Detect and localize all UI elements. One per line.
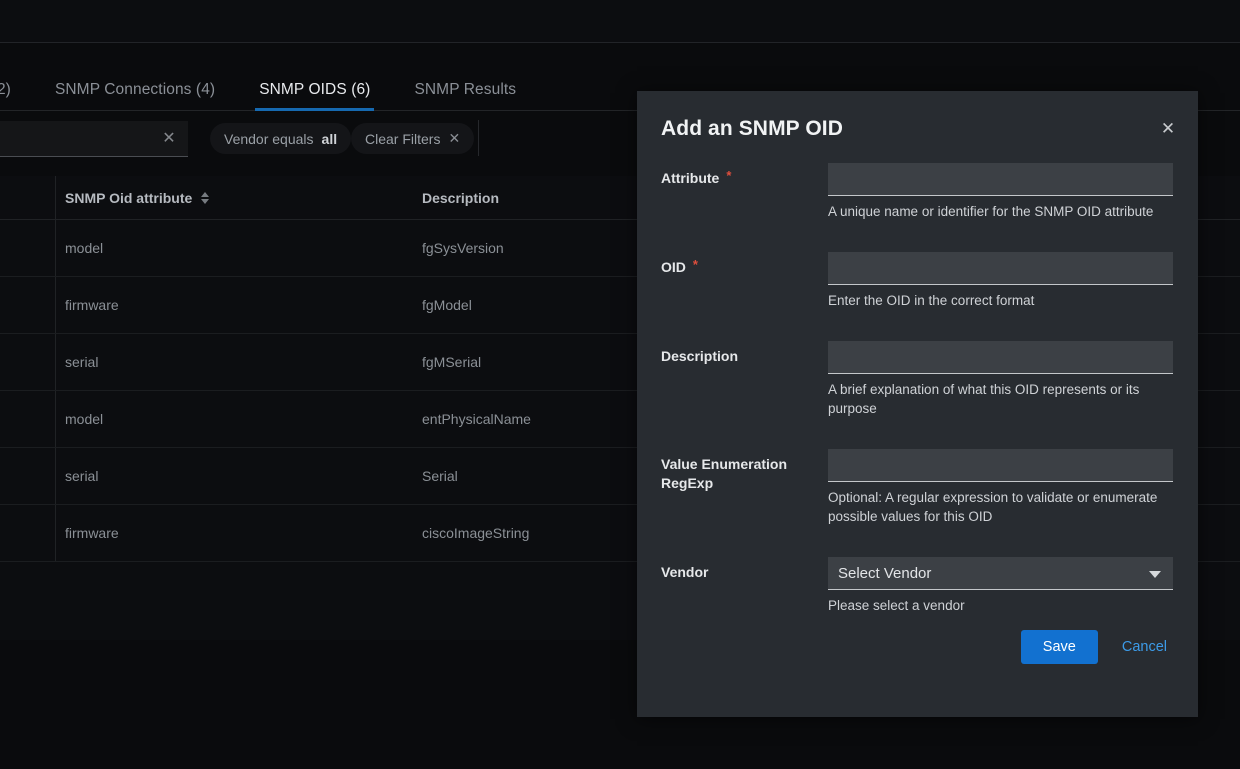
field-description: Description A brief explanation of what … [637, 341, 1198, 418]
field-oid-control: Enter the OID in the correct format [828, 252, 1173, 310]
field-vendor: Vendor Select Vendor Please select a ven… [637, 557, 1198, 615]
required-asterisk: * [692, 257, 698, 272]
field-oid: OID * Enter the OID in the correct forma… [637, 252, 1198, 310]
top-header-bar [0, 0, 1240, 43]
field-attribute: Attribute * A unique name or identifier … [637, 163, 1198, 221]
tab-snmp-results[interactable]: SNMP Results [392, 80, 538, 112]
row-select-cell[interactable] [0, 277, 56, 333]
value-enumeration-regexp-input[interactable] [828, 449, 1173, 482]
field-value-enumeration-regexp: Value Enumeration RegExp Optional: A reg… [637, 449, 1198, 526]
cell-attribute: model [65, 240, 104, 256]
dialog-form: Attribute * A unique name or identifier … [637, 163, 1198, 619]
vendor-select-value: Select Vendor [838, 564, 932, 582]
tab-snmp-results-label: SNMP Results [414, 80, 517, 98]
attribute-hint: A unique name or identifier for the SNMP… [828, 204, 1154, 219]
column-header-attribute-label: SNMP Oid attribute [65, 189, 193, 206]
column-header-attribute[interactable]: SNMP Oid attribute [56, 190, 413, 206]
column-header-description-label: Description [422, 189, 500, 206]
filter-chip-vendor[interactable]: Vendor equals all [210, 123, 352, 154]
clear-filters-icon: ✕ [448, 130, 461, 146]
tab-list: ups (2) SNMP Connections (4) SNMP OIDS (… [0, 43, 538, 111]
value-enumeration-regexp-hint: Optional: A regular expression to valida… [828, 490, 1158, 524]
vendor-hint: Please select a vendor [828, 598, 965, 613]
filter-chip-vendor-value: all [321, 130, 338, 147]
required-asterisk: * [726, 168, 732, 183]
row-select-cell[interactable] [0, 448, 56, 504]
clear-filters-chip[interactable]: Clear Filters ✕ [351, 123, 475, 154]
field-description-control: A brief explanation of what this OID rep… [828, 341, 1173, 418]
tab-groups[interactable]: ups (2) [0, 80, 33, 112]
tab-groups-label: ups (2) [0, 80, 11, 98]
field-attribute-label-text: Attribute [661, 170, 720, 186]
cell-attribute: firmware [65, 297, 119, 313]
field-description-label: Description [661, 341, 828, 366]
search-box: ✕ [0, 121, 188, 157]
field-value-enumeration-regexp-label: Value Enumeration RegExp [661, 449, 828, 493]
row-select-cell[interactable] [0, 334, 56, 390]
description-input[interactable] [828, 341, 1173, 374]
row-select-cell[interactable] [0, 220, 56, 276]
app-root: ups (2) SNMP Connections (4) SNMP OIDS (… [0, 0, 1240, 769]
filter-chip-vendor-label: Vendor equals [224, 130, 314, 147]
add-snmp-oid-dialog: Add an SNMP OID ✕ Attribute * A unique n… [637, 91, 1198, 717]
chevron-down-icon [1149, 571, 1161, 578]
tab-snmp-connections[interactable]: SNMP Connections (4) [33, 80, 237, 112]
clear-filters-label: Clear Filters [365, 130, 441, 147]
oid-hint: Enter the OID in the correct format [828, 293, 1035, 308]
field-vendor-control: Select Vendor Please select a vendor [828, 557, 1173, 615]
field-oid-label: OID * [661, 252, 828, 277]
clear-search-icon[interactable]: ✕ [160, 130, 178, 148]
oid-input[interactable] [828, 252, 1173, 285]
vendor-select[interactable]: Select Vendor [828, 557, 1173, 590]
field-attribute-control: A unique name or identifier for the SNMP… [828, 163, 1173, 221]
cell-attribute: firmware [65, 525, 119, 541]
tab-snmp-oids[interactable]: SNMP OIDS (6) [237, 80, 392, 112]
tab-snmp-oids-label: SNMP OIDS (6) [259, 80, 371, 98]
cell-attribute: model [65, 411, 104, 427]
sort-icon[interactable] [201, 191, 210, 205]
cancel-button[interactable]: Cancel [1116, 630, 1173, 664]
field-attribute-label: Attribute * [661, 163, 828, 188]
field-value-enumeration-regexp-label-text: Value Enumeration RegExp [661, 456, 788, 491]
filter-divider [478, 120, 479, 156]
row-select-cell[interactable] [0, 391, 56, 447]
attribute-input[interactable] [828, 163, 1173, 196]
cell-attribute: serial [65, 468, 99, 484]
description-hint: A brief explanation of what this OID rep… [828, 382, 1140, 416]
field-oid-label-text: OID [661, 259, 686, 275]
dialog-actions: Save Cancel [1020, 630, 1173, 664]
field-vendor-label: Vendor [661, 557, 828, 582]
field-value-enumeration-regexp-control: Optional: A regular expression to valida… [828, 449, 1173, 526]
table-select-column-header [0, 176, 56, 219]
field-description-label-text: Description [661, 348, 739, 364]
tab-snmp-connections-label: SNMP Connections (4) [54, 80, 216, 98]
close-icon[interactable]: ✕ [1155, 116, 1181, 142]
dialog-title: Add an SNMP OID [661, 117, 843, 140]
save-button[interactable]: Save [1020, 630, 1098, 664]
row-select-cell[interactable] [0, 505, 56, 561]
field-vendor-label-text: Vendor [661, 564, 709, 580]
cell-attribute: serial [65, 354, 99, 370]
